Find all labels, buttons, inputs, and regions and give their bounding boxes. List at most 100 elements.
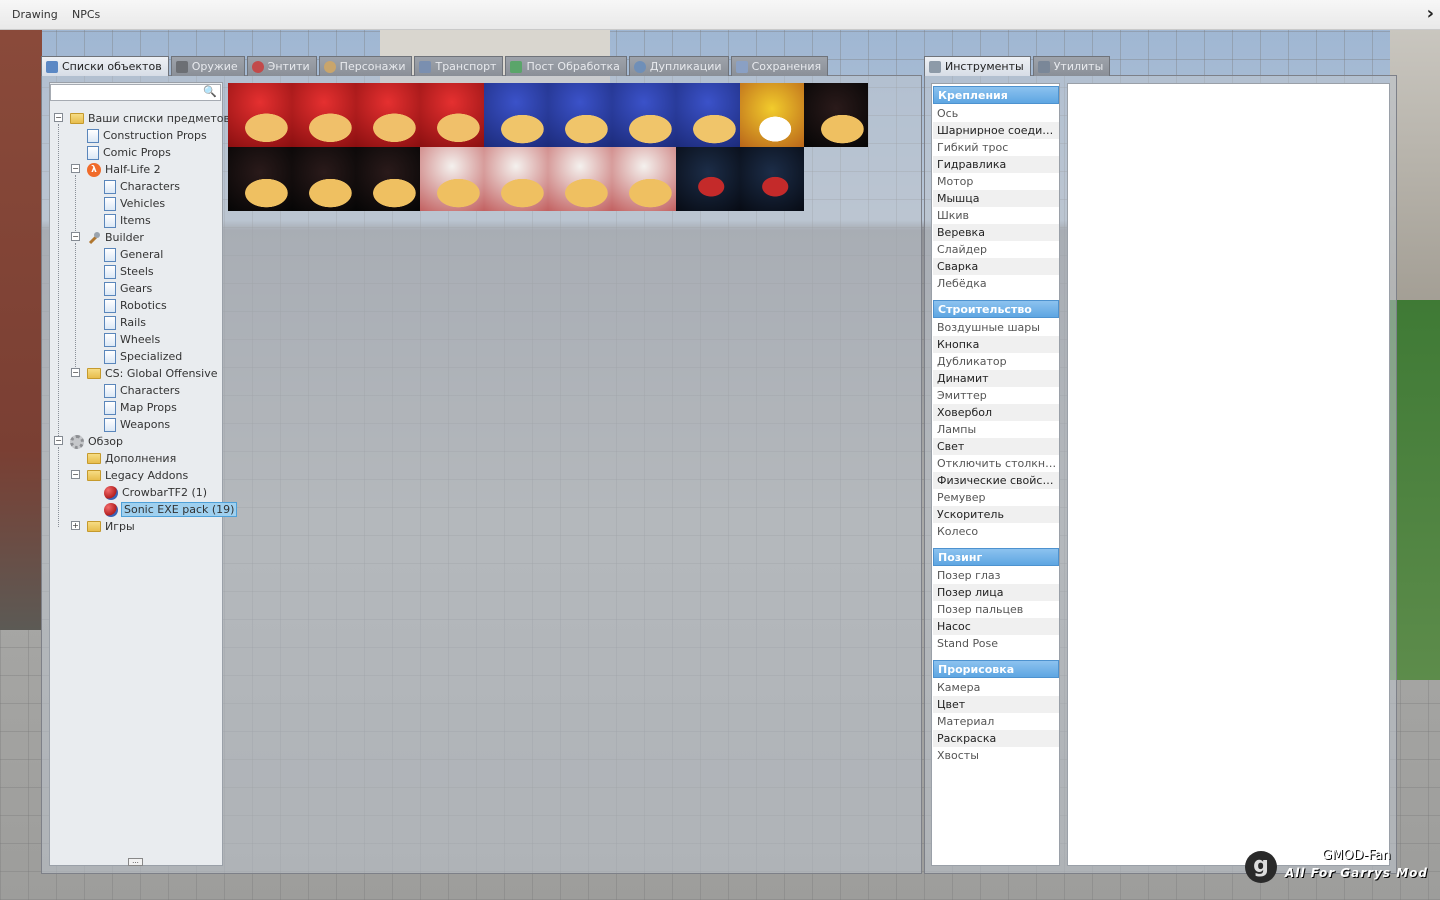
spawn-icon[interactable] — [420, 83, 484, 147]
tree-node[interactable]: Ваши списки предметов — [70, 110, 230, 127]
tool-item[interactable]: Лебёдка — [933, 275, 1059, 292]
tool-item[interactable]: Физические свойства — [933, 472, 1059, 489]
tool-item[interactable]: Ось — [933, 105, 1059, 122]
tool-item[interactable]: Колесо — [933, 523, 1059, 540]
tool-item[interactable]: Гибкий трос — [933, 139, 1059, 156]
tree-node[interactable]: Specialized — [104, 348, 182, 365]
tool-item[interactable]: Stand Pose — [933, 635, 1059, 652]
spawn-icon[interactable] — [484, 83, 548, 147]
tool-item[interactable]: Гидравлика — [933, 156, 1059, 173]
tree-node[interactable]: Wheels — [104, 331, 160, 348]
tab-weapons[interactable]: Оружие — [170, 56, 245, 76]
tool-category-header[interactable]: Прорисовка — [933, 660, 1059, 678]
tool-item[interactable]: Ускоритель — [933, 506, 1059, 523]
collapse-toggle[interactable]: − — [71, 232, 80, 241]
tool-item[interactable]: Динамит — [933, 370, 1059, 387]
tree-node[interactable]: Map Props — [104, 399, 177, 416]
tool-item[interactable]: Материал — [933, 713, 1059, 730]
tree-node[interactable]: Comic Props — [87, 144, 171, 161]
tree-node[interactable]: Characters — [104, 382, 180, 399]
tab-spawnlists[interactable]: Списки объектов — [41, 56, 169, 76]
search-icon[interactable]: 🔍 — [203, 85, 217, 98]
collapse-toggle[interactable]: − — [71, 164, 80, 173]
collapse-toggle[interactable]: − — [54, 113, 63, 122]
tree-node[interactable]: CS: Global Offensive — [87, 365, 218, 382]
spawn-icon[interactable] — [292, 147, 356, 211]
tool-category-header[interactable]: Позинг — [933, 548, 1059, 566]
tree-node[interactable]: General — [104, 246, 163, 263]
tree-node[interactable]: Steels — [104, 263, 154, 280]
spawn-icon[interactable] — [484, 147, 548, 211]
tree-node[interactable]: Builder — [87, 229, 144, 246]
tree-node[interactable]: Обзор — [70, 433, 123, 450]
tool-item[interactable]: Хвосты — [933, 747, 1059, 764]
spawn-icon[interactable] — [356, 147, 420, 211]
tool-item[interactable]: Раскраска — [933, 730, 1059, 747]
tool-item[interactable]: Шкив — [933, 207, 1059, 224]
expand-toggle[interactable]: + — [71, 521, 80, 530]
tool-item[interactable]: Свет — [933, 438, 1059, 455]
tool-item[interactable]: Воздушные шары — [933, 319, 1059, 336]
tool-item[interactable]: Мышца — [933, 190, 1059, 207]
tool-item[interactable]: Эмиттер — [933, 387, 1059, 404]
tool-item[interactable]: Насос — [933, 618, 1059, 635]
tab-entities[interactable]: Энтити — [246, 56, 317, 76]
chevron-right-icon[interactable]: › — [1427, 3, 1434, 24]
tab-postprocess[interactable]: Пост Обработка — [505, 56, 627, 76]
tree-node[interactable]: CrowbarTF2 (1) — [104, 484, 207, 501]
spawn-icon[interactable] — [740, 83, 804, 147]
tool-item[interactable]: Мотор — [933, 173, 1059, 190]
tool-item[interactable]: Веревка — [933, 224, 1059, 241]
tab-utilities[interactable]: Утилиты — [1032, 56, 1111, 76]
tool-item[interactable]: Позер пальцев — [933, 601, 1059, 618]
spawn-icon[interactable] — [612, 147, 676, 211]
tool-item[interactable]: Камера — [933, 679, 1059, 696]
spawn-icon[interactable] — [676, 147, 740, 211]
tool-item[interactable]: Позер лица — [933, 584, 1059, 601]
spawn-icon[interactable] — [356, 83, 420, 147]
spawn-icon[interactable] — [228, 83, 292, 147]
tree-node[interactable]: Rails — [104, 314, 146, 331]
tree-node[interactable]: Construction Props — [87, 127, 207, 144]
tree-node[interactable]: Legacy Addons — [87, 467, 188, 484]
menu-drawing[interactable]: Drawing — [12, 8, 58, 21]
spawn-icon[interactable] — [420, 147, 484, 211]
tool-category-header[interactable]: Строительство — [933, 300, 1059, 318]
tree-node-selected[interactable]: Sonic EXE pack (19) — [104, 501, 238, 518]
collapse-toggle[interactable]: − — [54, 436, 63, 445]
tool-item[interactable]: Цвет — [933, 696, 1059, 713]
collapse-toggle[interactable]: − — [71, 368, 80, 377]
tool-item[interactable]: Ховербол — [933, 404, 1059, 421]
tool-item[interactable]: Сварка — [933, 258, 1059, 275]
tree-node[interactable]: Weapons — [104, 416, 170, 433]
tree-node[interactable]: λ Half-Life 2 — [87, 161, 161, 178]
spawn-icon[interactable] — [740, 147, 804, 211]
menu-npcs[interactable]: NPCs — [72, 8, 100, 21]
spawn-icon[interactable] — [228, 147, 292, 211]
tool-item[interactable]: Шарнирное соединение — [933, 122, 1059, 139]
spawn-icon[interactable] — [612, 83, 676, 147]
tool-item[interactable]: Лампы — [933, 421, 1059, 438]
tree-node[interactable]: Дополнения — [87, 450, 176, 467]
spawn-icon[interactable] — [292, 83, 356, 147]
panel-resize-handle[interactable]: ... — [128, 858, 143, 866]
tree-node[interactable]: Игры — [87, 518, 135, 535]
tree-node[interactable]: Vehicles — [104, 195, 165, 212]
tab-tools[interactable]: Инструменты — [924, 56, 1031, 76]
spawn-icon[interactable] — [804, 83, 868, 147]
tab-saves[interactable]: Сохранения — [730, 56, 829, 76]
tool-item[interactable]: Дубликатор — [933, 353, 1059, 370]
spawn-icon[interactable] — [548, 147, 612, 211]
tree-node[interactable]: Gears — [104, 280, 152, 297]
tree-node[interactable]: Robotics — [104, 297, 167, 314]
spawn-icon[interactable] — [548, 83, 612, 147]
tool-item[interactable]: Кнопка — [933, 336, 1059, 353]
search-input[interactable] — [51, 85, 201, 100]
tree-node[interactable]: Items — [104, 212, 151, 229]
tool-item[interactable]: Ремувер — [933, 489, 1059, 506]
tool-item[interactable]: Слайдер — [933, 241, 1059, 258]
collapse-toggle[interactable]: − — [71, 470, 80, 479]
tool-item[interactable]: Отключить столкновения — [933, 455, 1059, 472]
spawn-icon[interactable] — [676, 83, 740, 147]
tool-item[interactable]: Позер глаз — [933, 567, 1059, 584]
